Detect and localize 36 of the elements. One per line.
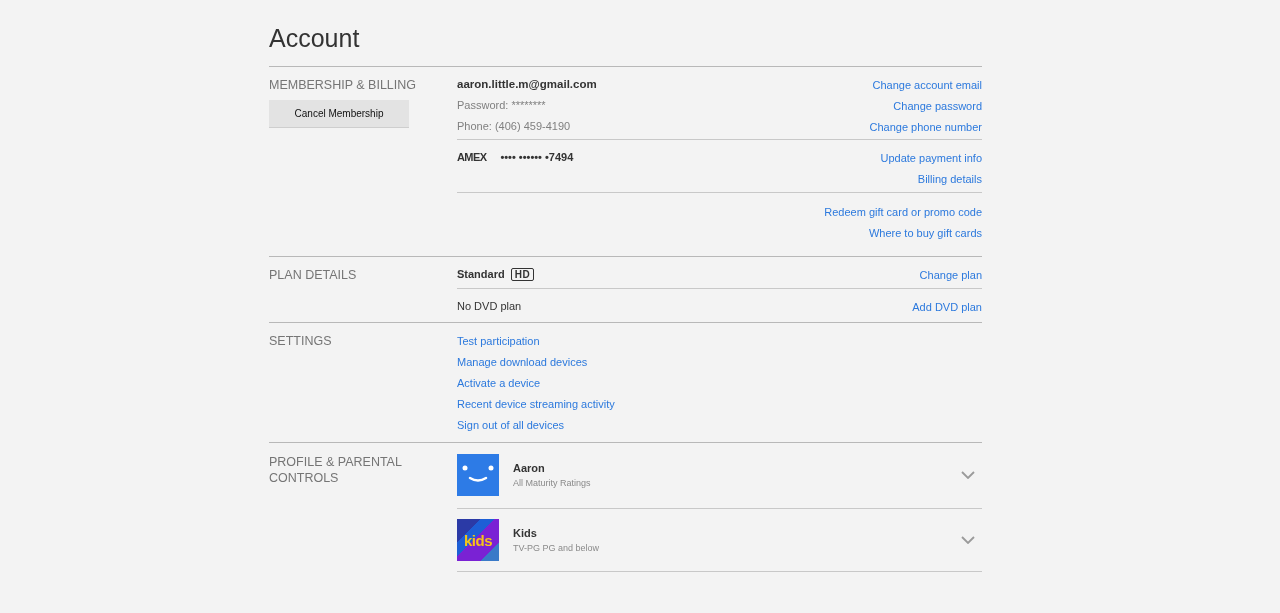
- avatar-text: kids: [464, 532, 492, 548]
- cancel-membership-button[interactable]: Cancel Membership: [269, 100, 409, 127]
- account-email: aaron.little.m@gmail.com: [457, 76, 597, 92]
- text-link[interactable]: Sign out of all devices: [457, 417, 564, 432]
- text-link[interactable]: Update payment info: [880, 150, 982, 165]
- text-link[interactable]: Billing details: [917, 171, 982, 186]
- section-heading: SETTINGS: [269, 332, 332, 349]
- account-detail: Phone: (406) 459-4190: [457, 119, 571, 135]
- account-detail: Password: ********: [457, 98, 546, 114]
- card-number: •••• •••••• •7494: [500, 150, 574, 166]
- section-heading: PLAN DETAILS: [269, 266, 357, 283]
- page-title: Account: [269, 23, 360, 54]
- dvd-plan-text: No DVD plan: [457, 299, 522, 315]
- text-link[interactable]: Change plan: [919, 267, 982, 282]
- text-link[interactable]: Change account email: [872, 77, 982, 92]
- card-brand-logo: AMEX: [457, 150, 487, 166]
- text-link[interactable]: Test participation: [457, 333, 540, 348]
- profile-name: Kids: [513, 526, 538, 540]
- chevron-icon[interactable]: [961, 536, 975, 544]
- plan-name: Standard: [457, 267, 505, 283]
- maturity-rating: TV-PG PG and below: [513, 542, 600, 554]
- smiley-avatar-icon: [457, 454, 499, 496]
- text-link[interactable]: Activate a device: [457, 375, 541, 390]
- maturity-rating: All Maturity Ratings: [513, 477, 591, 489]
- text-link[interactable]: Redeem gift card or promo code: [824, 204, 982, 219]
- text-link[interactable]: Change phone number: [869, 119, 982, 134]
- profile-name: Aaron: [513, 461, 546, 475]
- text-link[interactable]: Where to buy gift cards: [868, 225, 982, 240]
- chevron-icon[interactable]: [961, 471, 975, 479]
- section-heading: PROFILE & PARENTAL CONTROLS: [269, 454, 403, 486]
- text-link[interactable]: Recent device streaming activity: [457, 396, 615, 411]
- section-heading: MEMBERSHIP & BILLING: [269, 76, 417, 93]
- text-link[interactable]: Change password: [893, 98, 982, 113]
- hd-badge: HD: [510, 268, 535, 281]
- text-link[interactable]: Manage download devices: [457, 354, 588, 369]
- text-link[interactable]: Add DVD plan: [912, 299, 982, 314]
